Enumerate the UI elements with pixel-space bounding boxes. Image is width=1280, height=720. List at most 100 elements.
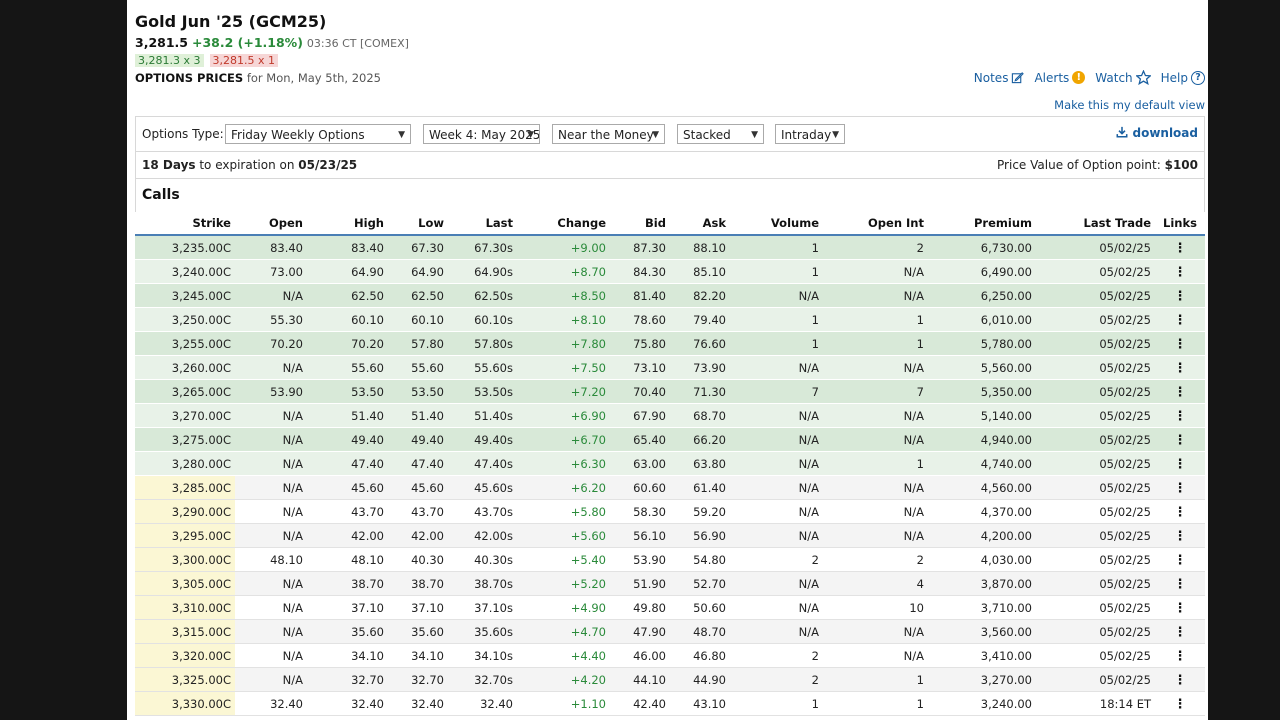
table-cell: +7.80 [517, 331, 610, 356]
more-options-icon[interactable]: ⋮ [1174, 649, 1187, 664]
table-cell: 70.40 [610, 379, 670, 404]
table-row[interactable]: 3,325.00C N/A 32.70 32.70 32.70s +4.20 44.10 44… [135, 667, 1205, 692]
table-cell: 73.00 [235, 259, 307, 284]
table-cell: +5.80 [517, 499, 610, 524]
table-cell: 05/02/25 [1036, 475, 1155, 500]
table-cell: 55.60s [448, 355, 517, 380]
more-options-icon[interactable]: ⋮ [1174, 481, 1187, 496]
alerts-link[interactable]: Alerts ! [1034, 71, 1086, 85]
week-select[interactable]: Week 4: May 2025 ▼ [423, 124, 540, 144]
table-row[interactable]: 3,270.00C N/A 51.40 51.40 51.40s +6.90 67.90 68… [135, 403, 1205, 428]
more-options-icon[interactable]: ⋮ [1174, 433, 1187, 448]
more-options-icon[interactable]: ⋮ [1174, 553, 1187, 568]
more-options-icon[interactable]: ⋮ [1174, 265, 1187, 280]
row-links-cell: ⋮ [1155, 523, 1205, 548]
table-cell: +9.00 [517, 235, 610, 260]
more-options-icon[interactable]: ⋮ [1174, 625, 1187, 640]
more-options-icon[interactable]: ⋮ [1174, 577, 1187, 592]
table-cell: 43.70 [388, 499, 448, 524]
more-options-icon[interactable]: ⋮ [1174, 457, 1187, 472]
column-header[interactable]: Last [448, 212, 517, 236]
column-header[interactable]: Bid [610, 212, 670, 236]
column-header[interactable]: Links [1155, 212, 1205, 236]
column-header[interactable]: Last Trade [1036, 212, 1155, 236]
more-options-icon[interactable]: ⋮ [1174, 337, 1187, 352]
table-cell: 32.70 [307, 667, 388, 692]
table-cell: 3,325.00C [135, 667, 235, 692]
table-row[interactable]: 3,285.00C N/A 45.60 45.60 45.60s +6.20 60.60 61… [135, 475, 1205, 500]
table-cell: N/A [823, 523, 928, 548]
table-row[interactable]: 3,260.00C N/A 55.60 55.60 55.60s +7.50 73.10 73… [135, 355, 1205, 380]
table-cell: +4.20 [517, 667, 610, 692]
notes-link[interactable]: Notes [974, 71, 1025, 85]
column-header[interactable]: Premium [928, 212, 1036, 236]
more-options-icon[interactable]: ⋮ [1174, 241, 1187, 256]
table-row[interactable]: 3,235.00C 83.40 83.40 67.30 67.30s +9.00 87.30… [135, 235, 1205, 260]
more-options-icon[interactable]: ⋮ [1174, 601, 1187, 616]
table-row[interactable]: 3,265.00C 53.90 53.50 53.50 53.50s +7.20 70.40… [135, 379, 1205, 404]
table-cell: 76.60 [670, 331, 730, 356]
table-cell: 40.30s [448, 547, 517, 572]
more-options-icon[interactable]: ⋮ [1174, 697, 1187, 712]
table-cell: N/A [730, 427, 823, 452]
table-cell: 2 [823, 235, 928, 260]
more-options-icon[interactable]: ⋮ [1174, 409, 1187, 424]
view-select[interactable]: Stacked ▼ [677, 124, 764, 144]
table-row[interactable]: 3,275.00C N/A 49.40 49.40 49.40s +6.70 65.40 66… [135, 427, 1205, 452]
table-cell: 75.80 [610, 331, 670, 356]
price-value-info: Price Value of Option point: $100 [997, 158, 1198, 172]
period-select[interactable]: Intraday ▼ [775, 124, 845, 144]
column-header[interactable]: Low [388, 212, 448, 236]
more-options-icon[interactable]: ⋮ [1174, 505, 1187, 520]
table-row[interactable]: 3,305.00C N/A 38.70 38.70 38.70s +5.20 51.90 52… [135, 571, 1205, 596]
table-cell: N/A [235, 427, 307, 452]
table-row[interactable]: 3,280.00C N/A 47.40 47.40 47.40s +6.30 63.00 63… [135, 451, 1205, 476]
column-header[interactable]: Open Int [823, 212, 928, 236]
table-cell: 2 [730, 643, 823, 668]
table-cell: +1.10 [517, 691, 610, 716]
edit-icon [1012, 72, 1025, 84]
column-header[interactable]: Change [517, 212, 610, 236]
table-row[interactable]: 3,320.00C N/A 34.10 34.10 34.10s +4.40 46.00 46… [135, 643, 1205, 668]
more-options-icon[interactable]: ⋮ [1174, 385, 1187, 400]
table-row[interactable]: 3,300.00C 48.10 48.10 40.30 40.30s +5.40 53.90… [135, 547, 1205, 572]
table-row[interactable]: 3,245.00C N/A 62.50 62.50 62.50s +8.50 81.40 82… [135, 283, 1205, 308]
default-view-link[interactable]: Make this my default view [1054, 98, 1205, 112]
more-options-icon[interactable]: ⋮ [1174, 529, 1187, 544]
table-cell: 7 [823, 379, 928, 404]
table-cell: 51.40 [307, 403, 388, 428]
table-cell: +6.90 [517, 403, 610, 428]
table-cell: 3,320.00C [135, 643, 235, 668]
table-cell: N/A [235, 355, 307, 380]
table-row[interactable]: 3,240.00C 73.00 64.90 64.90 64.90s +8.70 84.30… [135, 259, 1205, 284]
download-link[interactable]: download [1116, 126, 1198, 140]
table-cell: 83.40 [307, 235, 388, 260]
table-row[interactable]: 3,255.00C 70.20 70.20 57.80 57.80s +7.80 75.80… [135, 331, 1205, 356]
table-cell: 6,250.00 [928, 283, 1036, 308]
money-range-select[interactable]: Near the Money ▼ [552, 124, 665, 144]
row-links-cell: ⋮ [1155, 475, 1205, 500]
table-cell: 3,240.00 [928, 691, 1036, 716]
table-row[interactable]: 3,290.00C N/A 43.70 43.70 43.70s +5.80 58.30 59… [135, 499, 1205, 524]
column-header[interactable]: Open [235, 212, 307, 236]
more-options-icon[interactable]: ⋮ [1174, 313, 1187, 328]
table-row[interactable]: 3,310.00C N/A 37.10 37.10 37.10s +4.90 49.80 50… [135, 595, 1205, 620]
more-options-icon[interactable]: ⋮ [1174, 361, 1187, 376]
column-header[interactable]: Volume [730, 212, 823, 236]
watch-link[interactable]: Watch [1095, 70, 1151, 85]
more-options-icon[interactable]: ⋮ [1174, 673, 1187, 688]
table-cell: 62.50 [388, 283, 448, 308]
column-header[interactable]: High [307, 212, 388, 236]
column-header[interactable]: Ask [670, 212, 730, 236]
options-type-select[interactable]: Friday Weekly Options ▼ [225, 124, 411, 144]
table-cell: N/A [730, 355, 823, 380]
table-cell: 05/02/25 [1036, 619, 1155, 644]
table-row[interactable]: 3,295.00C N/A 42.00 42.00 42.00s +5.60 56.10 56… [135, 523, 1205, 548]
help-link[interactable]: Help ? [1161, 70, 1205, 85]
more-options-icon[interactable]: ⋮ [1174, 289, 1187, 304]
column-header[interactable]: Strike [135, 212, 235, 236]
table-row[interactable]: 3,330.00C 32.40 32.40 32.40 32.40 +1.10 42.40 4… [135, 691, 1205, 716]
table-row[interactable]: 3,250.00C 55.30 60.10 60.10 60.10s +8.10 78.60… [135, 307, 1205, 332]
table-cell: 60.60 [610, 475, 670, 500]
table-row[interactable]: 3,315.00C N/A 35.60 35.60 35.60s +4.70 47.90 48… [135, 619, 1205, 644]
